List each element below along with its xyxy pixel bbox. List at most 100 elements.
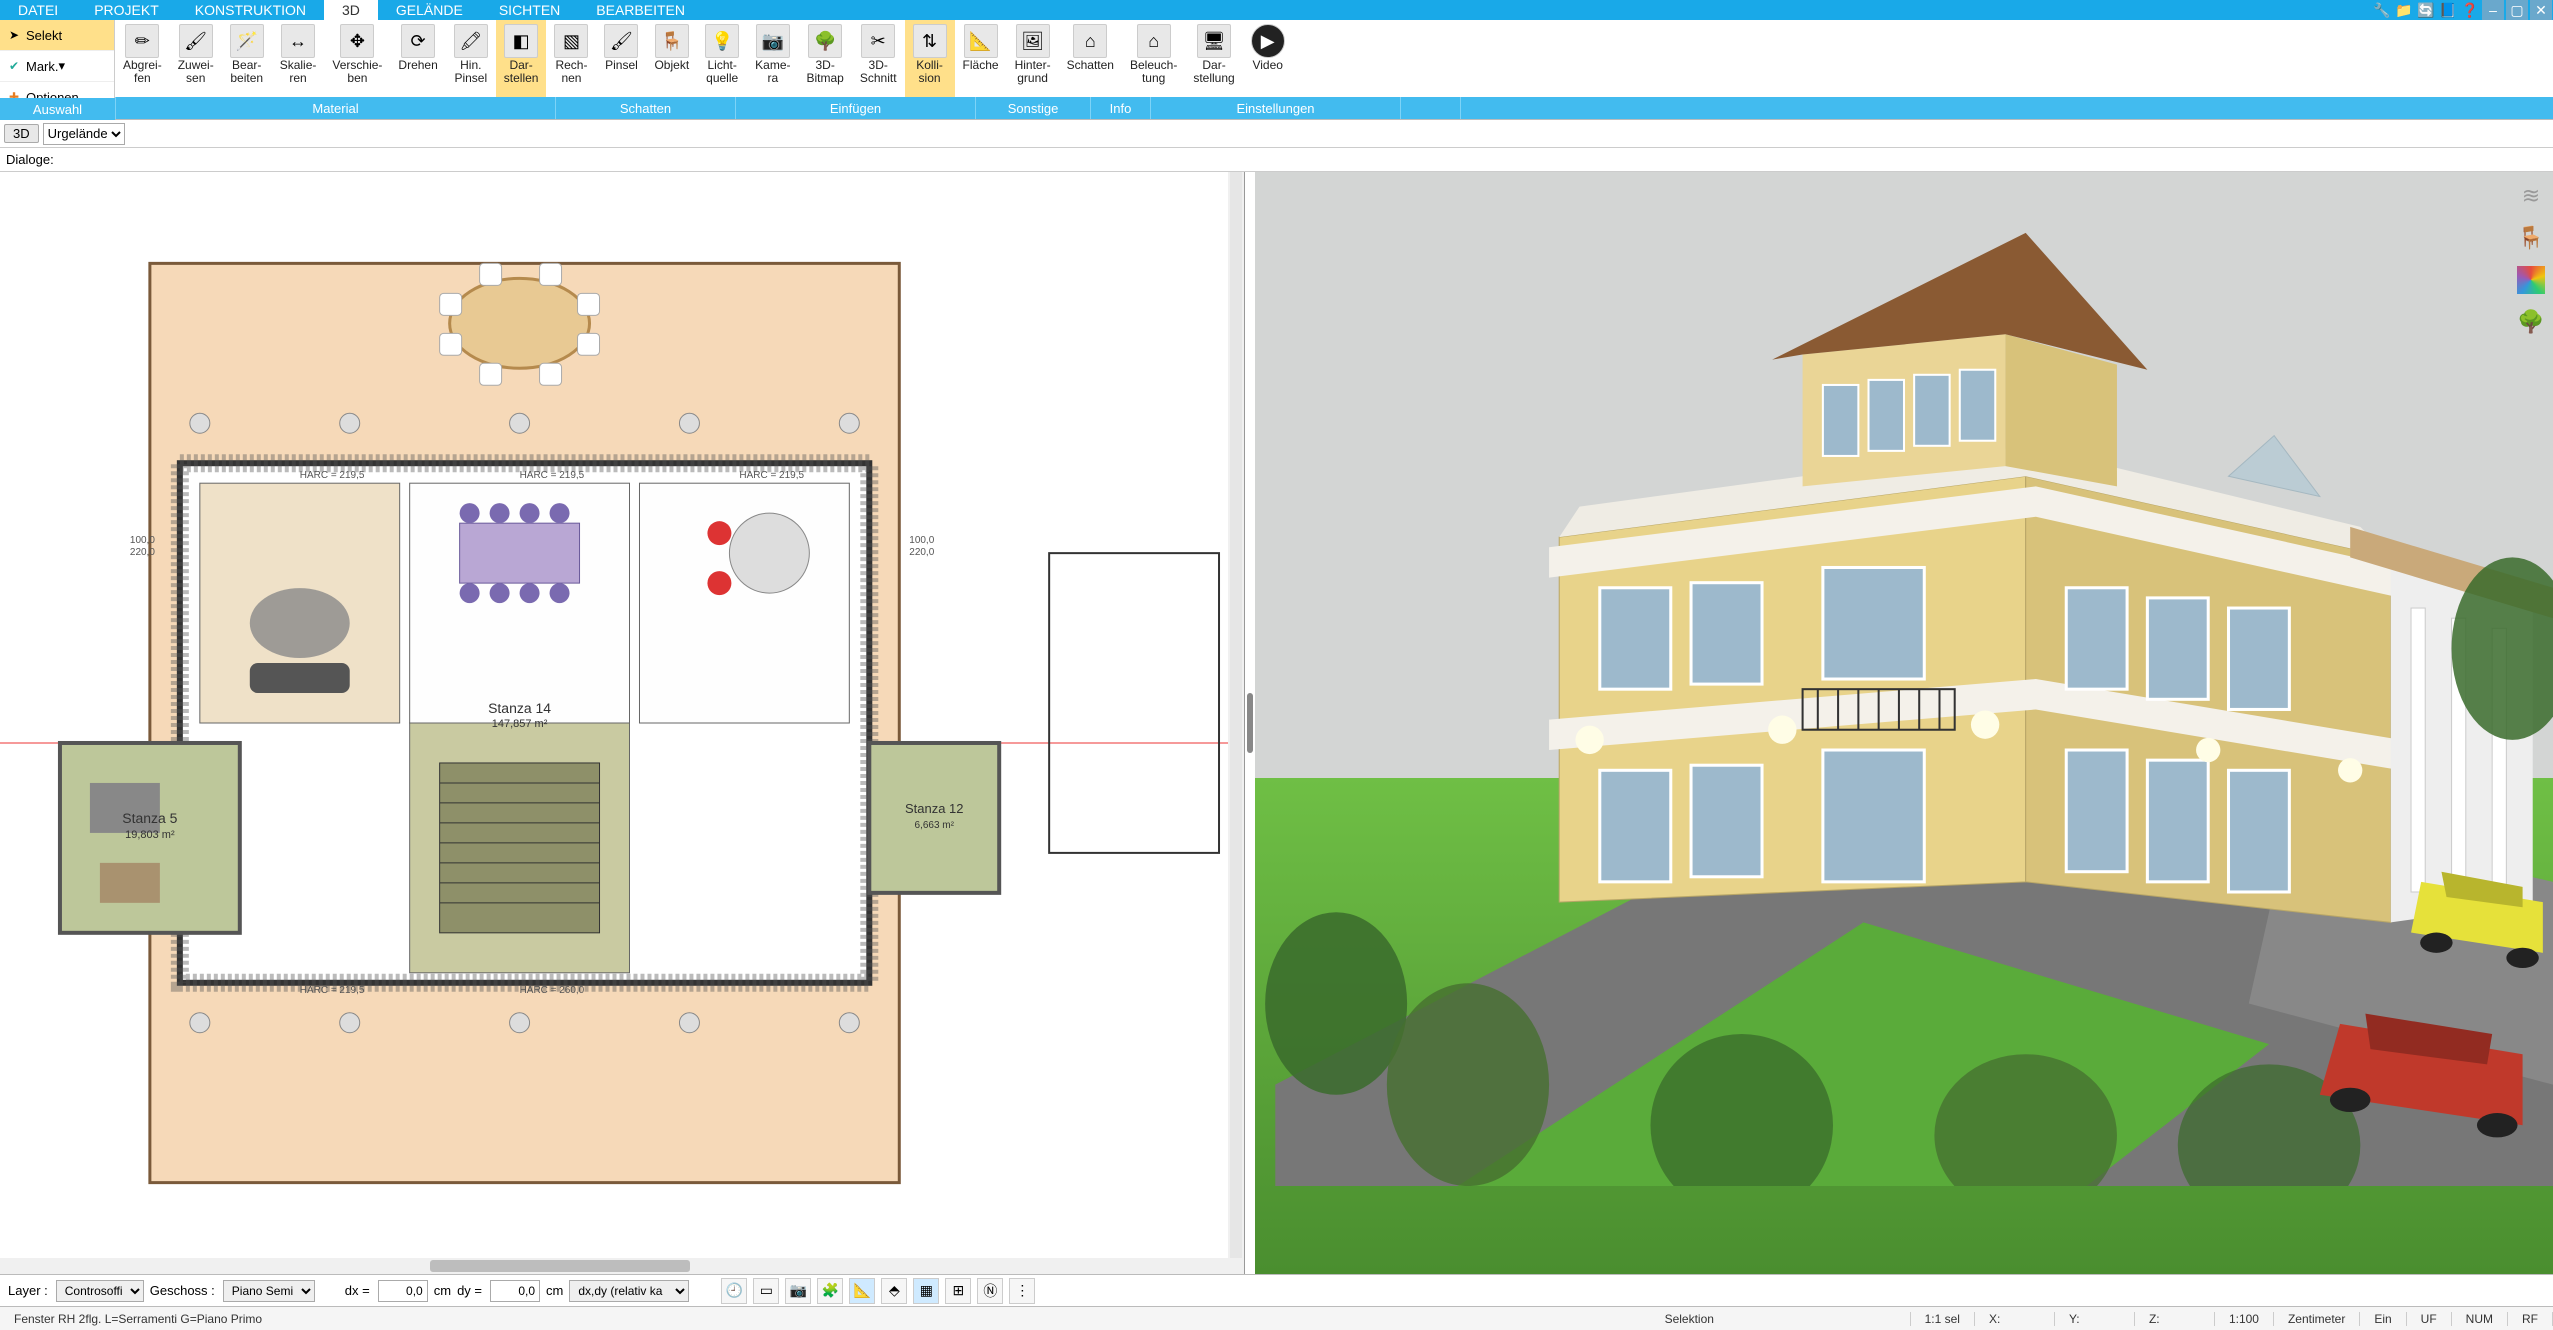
status-left: Fenster RH 2flg. L=Serramenti G=Piano Pr… xyxy=(0,1312,1651,1326)
ribbon-tool-icon: 🖼 xyxy=(1016,24,1050,58)
status-ein: Ein xyxy=(2360,1312,2406,1326)
ribbon-tool-label: Hin. Pinsel xyxy=(454,59,487,85)
ribbon-tool-7[interactable]: ◧Dar- stellen xyxy=(496,20,547,97)
ribbon-tool-17[interactable]: 🖼Hinter- grund xyxy=(1007,20,1059,97)
palette-icon[interactable] xyxy=(2515,264,2547,296)
help-icon[interactable]: ❓ xyxy=(2460,0,2480,20)
ribbon-tool-4[interactable]: ✥Verschie- ben xyxy=(324,20,390,97)
dx-label: dx = xyxy=(345,1283,370,1298)
coord-mode-select[interactable]: dx,dy (relativ ka xyxy=(569,1280,689,1302)
ribbon-tool-icon: 💡 xyxy=(705,24,739,58)
menu-3d[interactable]: 3D xyxy=(324,0,378,20)
ribbon-tool-label: Licht- quelle xyxy=(706,59,738,85)
menu-bearbeiten[interactable]: BEARBEITEN xyxy=(578,0,703,20)
menu-sichten[interactable]: SICHTEN xyxy=(481,0,578,20)
maximize-button[interactable]: ▢ xyxy=(2506,0,2528,20)
unit-cm-2: cm xyxy=(546,1283,563,1298)
ribbon: ➤Selekt ✔Mark. ▾ ✚Optionen ✏Abgrei- fen🖌… xyxy=(0,20,2553,120)
dialog-label: Dialoge: xyxy=(6,152,54,167)
more-icon[interactable]: ⋮ xyxy=(1009,1278,1035,1304)
refresh-icon[interactable]: 🔄 xyxy=(2416,0,2436,20)
rect-icon[interactable]: ▭ xyxy=(753,1278,779,1304)
ribbon-tool-icon: 🪑 xyxy=(655,24,689,58)
ribbon-tool-16[interactable]: 📐Fläche xyxy=(955,20,1007,97)
area-icon[interactable]: ▦ xyxy=(913,1278,939,1304)
ribbon-tool-label: Beleuch- tung xyxy=(1130,59,1177,85)
menu-bar: DATEI PROJEKT KONSTRUKTION 3D GELÄNDE SI… xyxy=(0,0,2553,20)
ribbon-tool-14[interactable]: ✂3D- Schnitt xyxy=(852,20,905,97)
ribbon-tool-13[interactable]: 🌳3D- Bitmap xyxy=(799,20,852,97)
pane-splitter[interactable] xyxy=(1245,172,1255,1274)
furniture-icon[interactable]: 🪑 xyxy=(2515,222,2547,254)
dy-label: dy = xyxy=(457,1283,482,1298)
dy-input[interactable] xyxy=(490,1280,540,1302)
ribbon-tool-2[interactable]: 🪄Bear- beiten xyxy=(222,20,272,97)
plan-v-scrollbar[interactable] xyxy=(1228,172,1244,1258)
status-bar: Fenster RH 2flg. L=Serramenti G=Piano Pr… xyxy=(0,1306,2553,1330)
3d-view[interactable] xyxy=(1255,172,2553,1274)
menu-datei[interactable]: DATEI xyxy=(0,0,76,20)
history-icon[interactable]: 🕘 xyxy=(721,1278,747,1304)
menu-konstruktion[interactable]: KONSTRUKTION xyxy=(177,0,324,20)
selekt-button[interactable]: ➤Selekt xyxy=(0,20,114,51)
ribbon-tool-18[interactable]: ⌂Schatten xyxy=(1059,20,1122,97)
north-icon[interactable]: Ⓝ xyxy=(977,1278,1003,1304)
close-button[interactable]: ✕ xyxy=(2530,0,2552,20)
ribbon-tool-0[interactable]: ✏Abgrei- fen xyxy=(115,20,170,97)
layer-select[interactable]: Controsoffi xyxy=(56,1280,144,1302)
status-uf: UF xyxy=(2407,1312,2452,1326)
dx-input[interactable] xyxy=(378,1280,428,1302)
ribbon-tool-12[interactable]: 📷Kame- ra xyxy=(747,20,798,97)
ribbon-tool-icon: ✂ xyxy=(861,24,895,58)
ribbon-tool-3[interactable]: ↔Skalie- ren xyxy=(272,20,325,97)
shape-icon[interactable]: ⬘ xyxy=(881,1278,907,1304)
menu-projekt[interactable]: PROJEKT xyxy=(76,0,177,20)
dialog-row: Dialoge: xyxy=(0,148,2553,172)
status-y: Y: xyxy=(2055,1312,2135,1326)
layers-icon[interactable]: ≋ xyxy=(2515,180,2547,212)
ribbon-tool-11[interactable]: 💡Licht- quelle xyxy=(697,20,747,97)
svg-text:220,0: 220,0 xyxy=(909,547,934,558)
ribbon-tool-20[interactable]: 🖥Dar- stellung xyxy=(1185,20,1242,97)
ribbon-tool-19[interactable]: ⌂Beleuch- tung xyxy=(1122,20,1185,97)
tree-icon[interactable]: 🌳 xyxy=(2515,306,2547,338)
ribbon-tool-1[interactable]: 🖌Zuwei- sen xyxy=(170,20,222,97)
ribbon-tool-21[interactable]: ▶Video xyxy=(1243,20,1293,97)
status-unit: Zentimeter xyxy=(2274,1312,2360,1326)
ribbon-tool-5[interactable]: ⟳Drehen xyxy=(390,20,445,97)
tool-icon[interactable]: 🔧 xyxy=(2372,0,2392,20)
ribbon-tool-icon: ⌂ xyxy=(1073,24,1107,58)
book-icon[interactable]: 📘 xyxy=(2438,0,2458,20)
svg-text:Stanza 14: Stanza 14 xyxy=(488,700,551,716)
terrain-select[interactable]: Urgelände xyxy=(43,123,125,145)
ribbon-tool-icon: 🖌 xyxy=(179,24,213,58)
ribbon-tool-10[interactable]: 🪑Objekt xyxy=(646,20,697,97)
camera-icon[interactable]: 📷 xyxy=(785,1278,811,1304)
ribbon-tool-label: Fläche xyxy=(963,59,999,72)
mark-button[interactable]: ✔Mark. ▾ xyxy=(0,51,114,82)
svg-text:HARC = 260,0: HARC = 260,0 xyxy=(520,985,585,996)
minimize-button[interactable]: – xyxy=(2482,0,2504,20)
menu-gelaende[interactable]: GELÄNDE xyxy=(378,0,481,20)
grid-icon[interactable]: ⊞ xyxy=(945,1278,971,1304)
ribbon-tool-9[interactable]: 🖌Pinsel xyxy=(596,20,646,97)
stack-icon[interactable]: 🧩 xyxy=(817,1278,843,1304)
ribbon-group-mat: Material xyxy=(116,97,556,119)
ribbon-tool-label: Drehen xyxy=(398,59,437,72)
ribbon-tool-label: Dar- stellung xyxy=(1193,59,1234,85)
ribbon-tool-label: Abgrei- fen xyxy=(123,59,162,85)
folder-icon[interactable]: 📁 xyxy=(2394,0,2414,20)
plan-h-scrollbar[interactable] xyxy=(0,1258,1244,1274)
ribbon-tool-8[interactable]: ▧Rech- nen xyxy=(546,20,596,97)
layer-label: Layer : xyxy=(8,1283,48,1298)
ribbon-tool-6[interactable]: 🖍Hin. Pinsel xyxy=(446,20,496,97)
svg-text:HARC = 219,5: HARC = 219,5 xyxy=(300,470,365,481)
ribbon-tool-label: Pinsel xyxy=(605,59,638,72)
angle-icon[interactable]: 📐 xyxy=(849,1278,875,1304)
ribbon-tool-label: Schatten xyxy=(1067,59,1114,72)
plan-view[interactable]: Stanza 5 19,803 m² Stanza 12 6,663 m² St… xyxy=(0,172,1245,1274)
floor-plan-canvas[interactable]: Stanza 5 19,803 m² Stanza 12 6,663 m² St… xyxy=(0,172,1244,1274)
geschoss-select[interactable]: Piano Semi xyxy=(223,1280,315,1302)
ribbon-tool-15[interactable]: ⇅Kolli- sion xyxy=(905,20,955,97)
svg-text:6,663 m²: 6,663 m² xyxy=(915,820,955,831)
